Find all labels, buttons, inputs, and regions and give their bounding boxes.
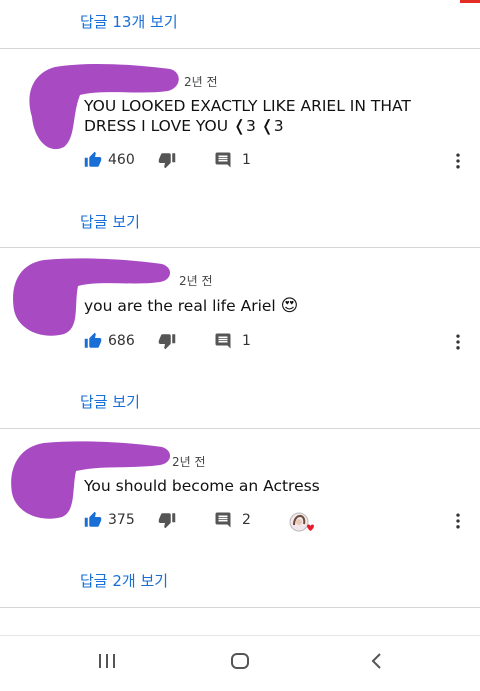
recent-apps-button[interactable] [96, 650, 118, 676]
like-count: 686 [108, 333, 135, 349]
reply-count: 1 [242, 152, 251, 168]
view-replies-link[interactable]: 답글 2개 보기 [80, 570, 168, 591]
more-vert-icon [456, 513, 460, 529]
comment-text: You should become an Actress [84, 477, 320, 495]
recent-apps-icon [99, 654, 115, 668]
thumb-up-icon [84, 511, 102, 527]
creator-heart-icon [289, 512, 314, 532]
heart-eyes-emoji: 😍 [280, 296, 299, 316]
thumb-up-icon [84, 332, 102, 348]
reply-count: 2 [242, 512, 251, 528]
view-replies-link[interactable]: 답글 보기 [80, 211, 140, 232]
comment-text: YOU LOOKED EXACTLY LIKE ARIEL IN THAT DR… [84, 97, 411, 135]
system-navigation-bar [0, 635, 480, 691]
comment-actions: 375 2 [0, 511, 480, 535]
home-icon [231, 653, 249, 669]
view-13-replies-link[interactable]: 답글 13개 보기 [80, 11, 178, 32]
comment-time: 2년 전 [172, 455, 206, 469]
comment-text: you are the real life Ariel [84, 297, 276, 315]
reply-button[interactable]: 1 [214, 151, 251, 169]
dislike-button[interactable] [158, 332, 176, 350]
like-button[interactable]: 686 [84, 332, 135, 350]
comment-text-row: you are the real life Ariel 😍 [84, 296, 404, 316]
creator-heart-badge [288, 511, 316, 535]
comment-time: 2년 전 [179, 274, 213, 288]
more-options-button[interactable] [448, 151, 468, 171]
reply-button[interactable]: 2 [214, 511, 251, 529]
top-accent-bar [460, 0, 480, 3]
comment-time: 2년 전 [184, 75, 218, 89]
comment-3: 2년 전 You should become an Actress 375 2 … [0, 429, 480, 607]
dislike-button[interactable] [158, 151, 176, 169]
comment-actions: 686 1 [0, 332, 480, 356]
comment-icon [215, 512, 231, 528]
back-button[interactable] [366, 650, 388, 676]
more-vert-icon [456, 153, 460, 169]
dislike-button[interactable] [158, 511, 176, 529]
comment-icon [215, 152, 231, 168]
view-replies-link[interactable]: 답글 보기 [80, 391, 140, 412]
comment-icon [215, 333, 231, 349]
thumb-down-icon [158, 334, 176, 350]
more-options-button[interactable] [448, 332, 468, 352]
like-count: 460 [108, 152, 135, 168]
thumb-up-icon [84, 151, 102, 167]
more-vert-icon [456, 334, 460, 350]
comment-1: 2년 전 YOU LOOKED EXACTLY LIKE ARIEL IN TH… [0, 49, 480, 247]
like-button[interactable]: 460 [84, 151, 135, 169]
divider [0, 607, 480, 608]
reply-count: 1 [242, 333, 251, 349]
reply-button[interactable]: 1 [214, 332, 251, 350]
home-button[interactable] [229, 650, 251, 676]
thumb-down-icon [158, 153, 176, 169]
back-icon [371, 653, 381, 669]
thumb-down-icon [158, 513, 176, 529]
comment-actions: 460 1 [0, 151, 480, 175]
like-count: 375 [108, 512, 135, 528]
more-options-button[interactable] [448, 511, 468, 531]
comment-2: 2년 전 you are the real life Ariel 😍 686 1… [0, 248, 480, 428]
like-button[interactable]: 375 [84, 511, 135, 529]
